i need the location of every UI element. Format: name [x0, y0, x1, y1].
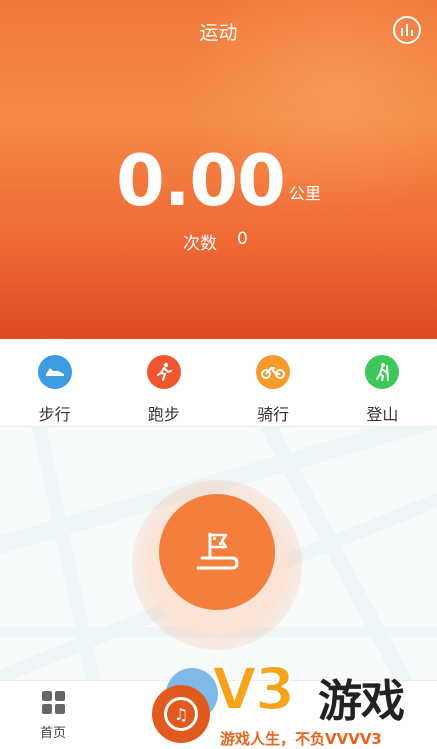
bar-chart-icon-bar — [411, 30, 413, 36]
page-title: 运动 — [199, 22, 238, 44]
tab-walk[interactable]: 步行 — [0, 339, 109, 426]
tab-walk-label: 步行 — [38, 405, 71, 424]
nav-home[interactable]: 首页 — [25, 691, 81, 741]
distance-unit: 公里 — [288, 184, 321, 203]
music-note-icon: ♫ — [164, 697, 198, 731]
watermark-brand-name: 游戏 — [318, 676, 405, 727]
count-value: 0 — [237, 229, 248, 249]
watermark-slogan: 游戏人生，不负VVVV3 — [220, 730, 382, 748]
header: 运动 0.00 公里 次数 0 — [0, 0, 437, 339]
tab-cycle-label: 骑行 — [257, 405, 290, 424]
distance-value: 0.00 — [116, 140, 286, 222]
tab-run[interactable]: 跑步 — [109, 339, 218, 426]
tab-cycle[interactable]: 骑行 — [219, 339, 328, 426]
watermark-logo: ♫ V3 游戏 游戏人生，不负VVVV3 — [150, 654, 437, 749]
nav-home-label: 首页 — [39, 726, 66, 741]
grid-icon — [41, 691, 65, 714]
bar-chart-icon-bar — [406, 24, 408, 36]
stats-button[interactable] — [393, 16, 421, 44]
sport-tabs: 步行 跑步 骑行 登山 — [0, 339, 437, 427]
shoe-icon — [37, 355, 72, 389]
tab-hike-label: 登山 — [366, 405, 399, 424]
tab-hike[interactable]: 登山 — [328, 339, 437, 426]
tab-run-label: 跑步 — [147, 405, 180, 424]
count-readout: 次数 0 — [183, 229, 248, 254]
distance-readout: 0.00 公里 — [0, 146, 437, 216]
start-button[interactable] — [159, 494, 275, 610]
running-icon — [146, 355, 181, 389]
count-label: 次数 — [183, 234, 217, 254]
hiking-icon — [365, 355, 400, 389]
bar-chart-icon — [401, 28, 403, 36]
watermark-badge: ♫ — [152, 685, 210, 743]
watermark-brand-mark: V3 — [211, 654, 296, 724]
flag-start-icon — [196, 532, 239, 570]
bicycle-icon — [256, 355, 291, 389]
